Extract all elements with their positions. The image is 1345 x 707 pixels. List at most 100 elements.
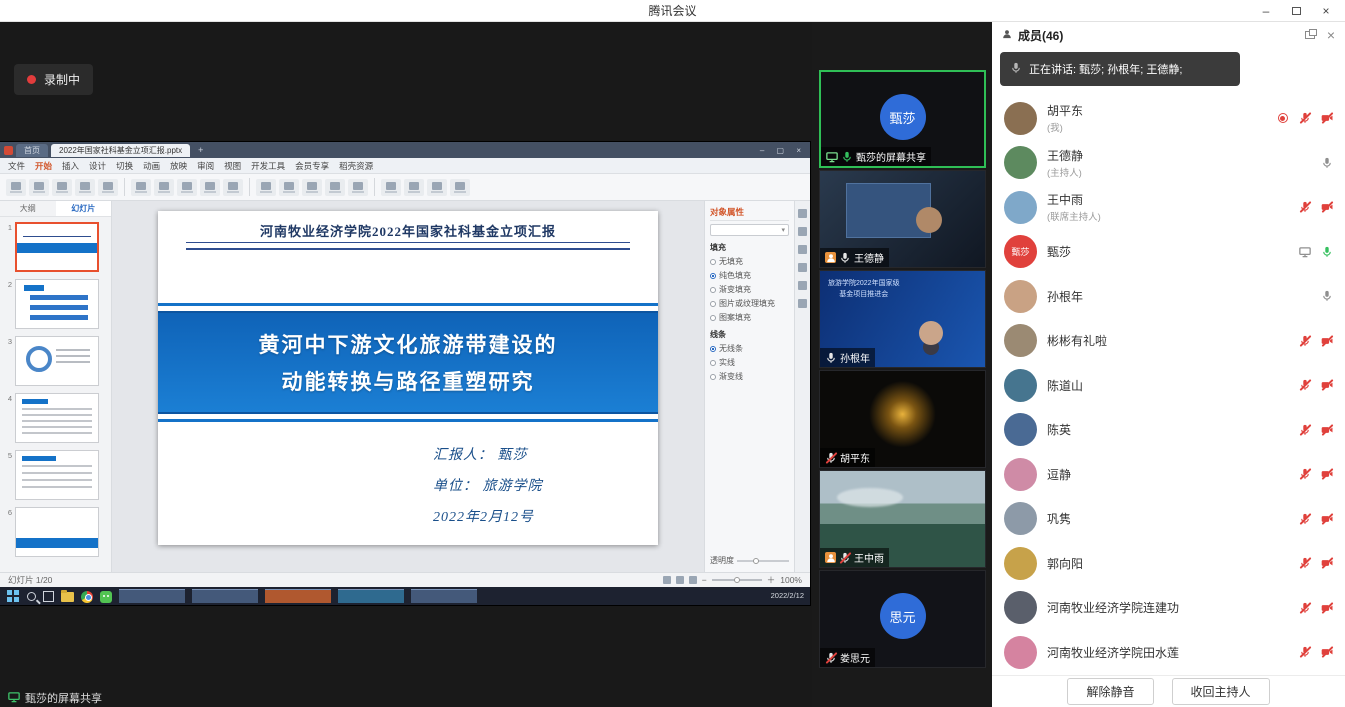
slider-track[interactable] <box>737 560 789 562</box>
slider-knob[interactable] <box>753 558 759 564</box>
ppt-menu-item[interactable]: 文件 <box>8 160 25 172</box>
cam-off-icon[interactable] <box>1320 379 1333 392</box>
props-dropdown[interactable]: ▾ <box>710 224 789 236</box>
toolbar-icon[interactable] <box>223 179 243 196</box>
toolbar-icon[interactable] <box>302 179 322 196</box>
chrome-icon[interactable] <box>81 591 93 603</box>
ppt-menu-item[interactable]: 开发工具 <box>251 160 285 172</box>
video-tile-王中雨[interactable]: 王中雨 <box>819 470 986 568</box>
member-row[interactable]: 孙根年 <box>992 274 1345 319</box>
mic-off-icon[interactable] <box>1298 379 1311 392</box>
toolbar-icon[interactable] <box>325 179 345 196</box>
member-row[interactable]: 王德静(主持人) <box>992 141 1345 186</box>
ppt-menu-item[interactable]: 会员专享 <box>295 160 329 172</box>
slide-thumbnail-5[interactable]: 5 <box>0 445 111 502</box>
start-icon[interactable] <box>6 589 20 603</box>
close-button[interactable]: × <box>1311 0 1341 22</box>
ppt-menu-item[interactable]: 设计 <box>89 160 106 172</box>
wps-home-tab[interactable]: 首页 <box>16 144 48 157</box>
toolbar-icon[interactable] <box>381 179 401 196</box>
video-tile-甄莎[interactable]: 甄莎甄莎的屏幕共享 <box>819 70 986 168</box>
slide-thumbnail-2[interactable]: 2 <box>0 274 111 331</box>
mic-off-icon[interactable] <box>1298 334 1311 347</box>
video-tile-孙根年[interactable]: 旅游学院2022年国家级基金项目推进会孙根年 <box>819 270 986 368</box>
toolbar-icon[interactable] <box>52 179 72 196</box>
taskbar-window-button[interactable] <box>119 589 185 603</box>
toolbar-icon[interactable] <box>6 179 26 196</box>
props-option[interactable]: 实线 <box>710 357 789 368</box>
member-row[interactable]: 王中雨(联席主持人) <box>992 185 1345 230</box>
zoom-in-button[interactable]: ＋ <box>767 574 776 586</box>
toolbar-icon[interactable] <box>29 179 49 196</box>
ppt-menu-item[interactable]: 切换 <box>116 160 133 172</box>
props-option[interactable]: 渐变线 <box>710 371 789 382</box>
ppt-slide[interactable]: 河南牧业经济学院2022年国家社科基金立项汇报 黄河中下游文化旅游带建设的 动能… <box>158 211 658 545</box>
mic-off-icon[interactable] <box>1298 201 1311 214</box>
zoom-slider[interactable] <box>712 579 762 581</box>
toolbar-icon[interactable] <box>98 179 118 196</box>
mic-off-icon[interactable] <box>1298 601 1311 614</box>
toolbar-icon[interactable] <box>427 179 447 196</box>
mic-off-icon[interactable] <box>1298 468 1311 481</box>
zoom-knob[interactable] <box>734 577 740 583</box>
slideshow-view-icon[interactable] <box>689 576 697 584</box>
wechat-icon[interactable] <box>100 591 112 603</box>
cam-off-icon[interactable] <box>1320 112 1333 125</box>
side-panel-icon[interactable] <box>798 227 807 236</box>
mic-off-icon[interactable] <box>1298 557 1311 570</box>
toolbar-icon[interactable] <box>131 179 151 196</box>
video-tile-王德静[interactable]: 王德静 <box>819 170 986 268</box>
taskview-icon[interactable] <box>43 591 54 602</box>
reclaim-host-button[interactable]: 收回主持人 <box>1172 678 1270 705</box>
props-option[interactable]: 纯色填充 <box>710 270 789 281</box>
cam-off-icon[interactable] <box>1320 468 1333 481</box>
member-row[interactable]: 胡平东(我) <box>992 96 1345 141</box>
minimize-button[interactable]: – <box>1251 0 1281 22</box>
ppt-menu-item[interactable]: 插入 <box>62 160 79 172</box>
record-icon[interactable] <box>1276 112 1289 125</box>
ppt-menu-item[interactable]: 动画 <box>143 160 160 172</box>
mic-green-icon[interactable] <box>1320 245 1333 258</box>
zoom-out-button[interactable]: − <box>702 575 707 585</box>
toolbar-icon[interactable] <box>200 179 220 196</box>
toolbar-icon[interactable] <box>154 179 174 196</box>
member-row[interactable]: 河南牧业经济学院田水莲 <box>992 630 1345 675</box>
wps-document-tab[interactable]: 2022年国家社科基金立项汇报.pptx <box>51 144 190 157</box>
ppt-menu-item[interactable]: 放映 <box>170 160 187 172</box>
cam-off-icon[interactable] <box>1320 201 1333 214</box>
cam-off-icon[interactable] <box>1320 512 1333 525</box>
maximize-button[interactable] <box>1281 0 1311 22</box>
side-panel-icon[interactable] <box>798 299 807 308</box>
video-tile-胡平东[interactable]: 胡平东 <box>819 370 986 468</box>
taskbar-window-button[interactable] <box>192 589 258 603</box>
mic-on-icon[interactable] <box>1320 156 1333 169</box>
toolbar-icon[interactable] <box>256 179 276 196</box>
toolbar-icon[interactable] <box>279 179 299 196</box>
member-row[interactable]: 巩隽 <box>992 497 1345 542</box>
outline-tab[interactable]: 大纲 <box>0 201 56 216</box>
props-option[interactable]: 无线条 <box>710 343 789 354</box>
member-row[interactable]: 陈英 <box>992 408 1345 453</box>
props-option[interactable]: 无填充 <box>710 256 789 267</box>
wps-new-tab-button[interactable]: + <box>193 144 208 156</box>
mic-off-icon[interactable] <box>1298 423 1311 436</box>
member-row[interactable]: 河南牧业经济学院连建功 <box>992 586 1345 631</box>
slide-thumbnail-6[interactable]: 6 <box>0 502 111 559</box>
member-row[interactable]: 陈道山 <box>992 363 1345 408</box>
ppt-menu-item[interactable]: 稻壳资源 <box>339 160 373 172</box>
close-panel-icon[interactable]: × <box>1327 28 1335 42</box>
unmute-button[interactable]: 解除静音 <box>1067 678 1153 705</box>
popout-panel-icon[interactable] <box>1305 31 1315 39</box>
taskbar-window-button[interactable] <box>265 589 331 603</box>
mic-off-icon[interactable] <box>1298 112 1311 125</box>
ppt-menu-item[interactable]: 开始 <box>35 160 52 172</box>
sorter-view-icon[interactable] <box>676 576 684 584</box>
normal-view-icon[interactable] <box>663 576 671 584</box>
props-option[interactable]: 图案填充 <box>710 312 789 323</box>
slide-thumbnail-1[interactable]: 1 <box>0 217 111 274</box>
side-panel-icon[interactable] <box>798 245 807 254</box>
explorer-icon[interactable] <box>61 592 74 602</box>
video-tile-娄思元[interactable]: 思元娄思元 <box>819 570 986 668</box>
transparency-slider[interactable]: 透明度 <box>710 555 789 566</box>
member-row[interactable]: 郭向阳 <box>992 541 1345 586</box>
